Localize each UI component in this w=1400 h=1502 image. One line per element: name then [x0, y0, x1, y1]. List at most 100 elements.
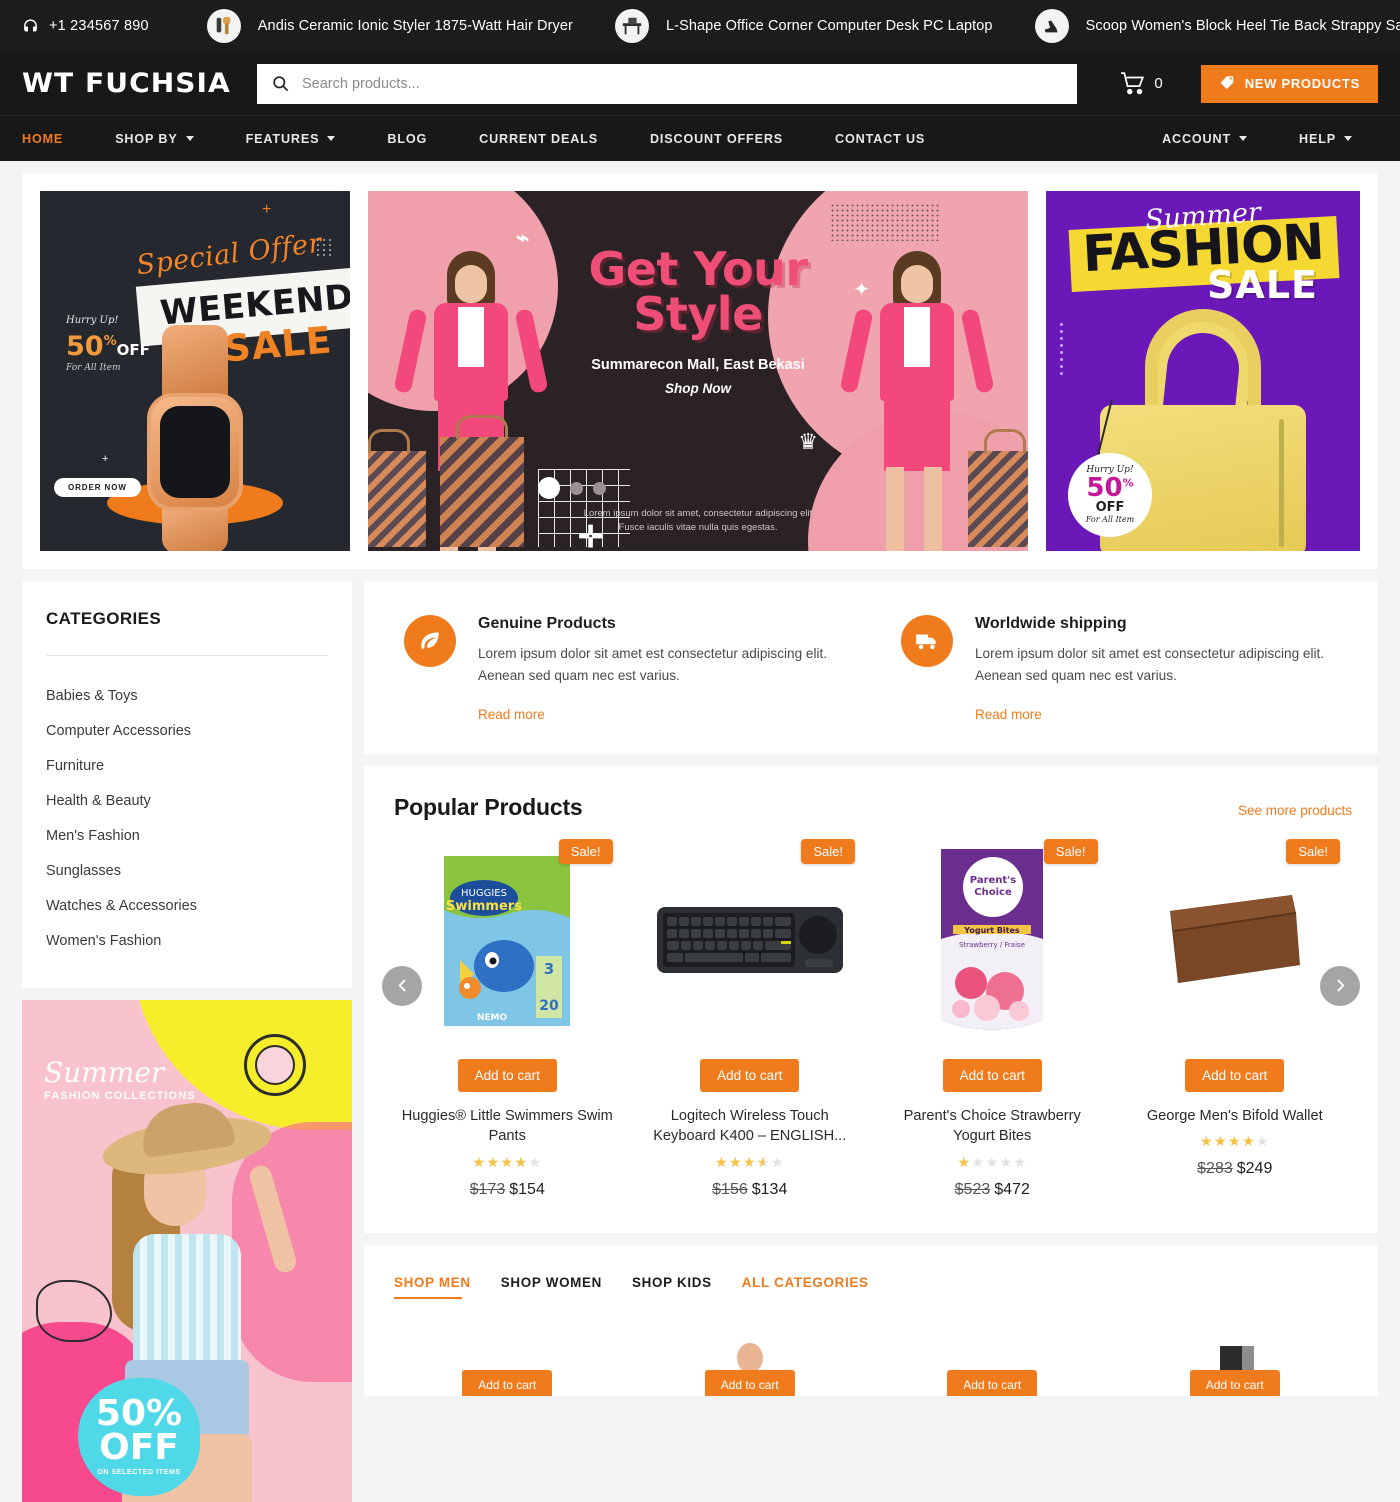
- search-bar[interactable]: [257, 63, 1078, 104]
- promo-subtitle: FASHION COLLECTIONS: [44, 1090, 196, 1102]
- product-name[interactable]: Logitech Wireless Touch Keyboard K400 – …: [637, 1106, 864, 1147]
- carousel-dot[interactable]: [570, 481, 583, 495]
- see-more-products-link[interactable]: See more products: [1238, 803, 1352, 818]
- add-to-cart-button[interactable]: Add to cart: [1185, 1058, 1285, 1092]
- discount-value: 50: [66, 331, 104, 362]
- product-card[interactable]: Sale! Add to cart Logitech Wireless Touc…: [629, 838, 872, 1199]
- banner-get-your-style[interactable]: ⌁ ✦ ♛ ✛ Get Your Style Summarecon Mall, …: [368, 191, 1028, 551]
- add-to-cart-button[interactable]: Add to cart: [457, 1058, 557, 1092]
- model-illustration-left: [368, 251, 549, 551]
- read-more-link[interactable]: Read more: [478, 707, 545, 722]
- headset-icon: [24, 18, 37, 31]
- svg-text:HUGGIES: HUGGIES: [461, 888, 507, 899]
- star-icon: ★★: [472, 1153, 487, 1170]
- nav-item-current-deals[interactable]: CURRENT DEALS: [453, 116, 624, 162]
- banner-summer-fashion-sale[interactable]: Summer FASHION SALE Hurry Up! 50% OFF Fo…: [1046, 191, 1360, 551]
- content-column: Genuine Products Lorem ipsum dolor sit a…: [364, 581, 1378, 1396]
- chevron-down-icon: [327, 136, 336, 141]
- sidebar-item-health-beauty[interactable]: Health & Beauty: [46, 783, 328, 818]
- carousel-next-button[interactable]: [1320, 965, 1360, 1006]
- features-strip: Genuine Products Lorem ipsum dolor sit a…: [364, 581, 1378, 754]
- cart-button[interactable]: 0: [1119, 71, 1163, 97]
- cart-icon: [1121, 71, 1145, 94]
- sidebar-item-watches-accessories[interactable]: Watches & Accessories: [46, 888, 328, 923]
- sidebar-promo-banner[interactable]: Summer FASHION COLLECTIONS 50% OFF ON SE…: [22, 1000, 352, 1502]
- svg-text:NEMO: NEMO: [477, 1013, 508, 1023]
- carousel-dot[interactable]: [593, 481, 606, 495]
- nav-item-blog[interactable]: BLOG: [361, 116, 453, 162]
- search-input[interactable]: [302, 75, 1064, 92]
- product-card[interactable]: Sale! Add to cart George Men's Bifold Wa…: [1114, 838, 1357, 1199]
- nav-left-group: HOME SHOP BY FEATURES BLOG CURRENT DEALS…: [22, 116, 951, 162]
- shop-tabs: SHOP MEN SHOP WOMEN SHOP KIDS ALL CATEGO…: [386, 1275, 1356, 1302]
- top-ticker-bar: +1 234567 890 Andis Ceramic Ionic Styler…: [0, 0, 1400, 52]
- nav-item-account[interactable]: ACCOUNT: [1136, 116, 1273, 162]
- product-card[interactable]: Add to cart: [1114, 1330, 1357, 1396]
- banner-small-note: For All Item: [66, 363, 121, 373]
- product-image: HUGGIES Swimmers 3 20 NEMO Sale!: [394, 838, 621, 1037]
- nav-right-group: ACCOUNT HELP: [1136, 116, 1378, 162]
- tab-shop-kids[interactable]: SHOP KIDS: [632, 1275, 742, 1302]
- product-card[interactable]: Add to cart: [871, 1330, 1114, 1396]
- ticker-label: Andis Ceramic Ionic Styler 1875-Watt Hai…: [257, 18, 573, 34]
- tab-shop-women[interactable]: SHOP WOMEN: [501, 1275, 632, 1302]
- divider: [46, 655, 328, 656]
- banner-title: Get Your Style: [588, 242, 808, 337]
- add-to-cart-button[interactable]: Add to cart: [947, 1369, 1038, 1396]
- sidebar-item-mens-fashion[interactable]: Men's Fashion: [46, 818, 328, 853]
- nav-item-contact-us[interactable]: CONTACT US: [809, 116, 951, 162]
- read-more-link[interactable]: Read more: [975, 707, 1042, 722]
- add-to-cart-button[interactable]: Add to cart: [704, 1369, 795, 1396]
- product-name[interactable]: Huggies® Little Swimmers Swim Pants: [394, 1106, 621, 1147]
- tab-all-categories[interactable]: ALL CATEGORIES: [742, 1275, 899, 1302]
- banner-shop-now-link[interactable]: Shop Now: [665, 381, 731, 396]
- product-thumb-icon: [206, 9, 241, 43]
- ticker-item[interactable]: Andis Ceramic Ionic Styler 1875-Watt Hai…: [206, 9, 573, 43]
- chevron-down-icon: [1344, 136, 1352, 141]
- add-to-cart-button[interactable]: Add to cart: [1189, 1369, 1280, 1396]
- banner-title-line1: Get Your: [588, 242, 808, 296]
- tab-shop-men[interactable]: SHOP MEN: [394, 1275, 501, 1302]
- new-products-button[interactable]: NEW PRODUCTS: [1200, 64, 1378, 103]
- add-to-cart-button[interactable]: Add to cart: [462, 1369, 553, 1396]
- star-icon: ★★: [971, 1153, 986, 1170]
- carousel-prev-button[interactable]: [382, 965, 422, 1006]
- promo-summer-text: Summer: [44, 1056, 165, 1089]
- ticker-item[interactable]: Scoop Women's Block Heel Tie Back Strapp…: [1034, 9, 1400, 43]
- ticker-item[interactable]: L-Shape Office Corner Computer Desk PC L…: [614, 9, 993, 43]
- product-name[interactable]: Parent's Choice Strawberry Yogurt Bites: [879, 1106, 1106, 1147]
- banner-sale-text: SALE: [1207, 263, 1318, 307]
- nav-item-shop-by[interactable]: SHOP BY: [89, 116, 219, 162]
- chevron-down-icon: [1239, 136, 1247, 141]
- tag-off-text: OFF: [1095, 500, 1125, 515]
- product-name[interactable]: George Men's Bifold Wallet: [1122, 1106, 1349, 1127]
- product-card[interactable]: HUGGIES Swimmers 3 20 NEMO Sale! Add to …: [386, 838, 629, 1199]
- carousel-dot-active[interactable]: [538, 477, 560, 499]
- site-logo[interactable]: WT FUCHSIA: [22, 68, 246, 99]
- star-icon: ★★: [486, 1153, 501, 1170]
- add-to-cart-button[interactable]: Add to cart: [700, 1058, 800, 1092]
- nav-item-home[interactable]: HOME: [22, 116, 89, 162]
- star-icon: ★★: [742, 1153, 757, 1170]
- star-icon: ★★: [770, 1153, 785, 1170]
- sidebar-item-sunglasses[interactable]: Sunglasses: [46, 853, 328, 888]
- nav-item-discount-offers[interactable]: DISCOUNT OFFERS: [624, 116, 809, 162]
- add-to-cart-button[interactable]: Add to cart: [942, 1058, 1042, 1092]
- promo-badge-note: ON SELECTED ITEMS: [97, 1469, 181, 1477]
- sidebar-item-computer-accessories[interactable]: Computer Accessories: [46, 713, 328, 748]
- product-card[interactable]: Add to cart: [386, 1330, 629, 1396]
- sidebar-item-babies-toys[interactable]: Babies & Toys: [46, 678, 328, 713]
- sidebar-item-furniture[interactable]: Furniture: [46, 748, 328, 783]
- order-now-button[interactable]: ORDER NOW: [54, 478, 141, 497]
- banner-weekend-sale[interactable]: + + Special Offer WEEKEND SALE Hurry Up!…: [40, 191, 350, 551]
- nav-label: CONTACT US: [835, 131, 926, 146]
- product-card[interactable]: Add to cart: [629, 1330, 872, 1396]
- nav-label: FEATURES: [245, 131, 320, 146]
- product-card[interactable]: Parent's Choice Yogurt Bites Strawberry …: [871, 838, 1114, 1199]
- svg-text:Choice: Choice: [975, 887, 1013, 898]
- nav-item-features[interactable]: FEATURES: [220, 116, 362, 162]
- nav-item-help[interactable]: HELP: [1273, 116, 1378, 162]
- sidebar: CATEGORIES Babies & Toys Computer Access…: [22, 581, 352, 1502]
- sidebar-item-womens-fashion[interactable]: Women's Fashion: [46, 923, 328, 958]
- hero-carousel-dots[interactable]: [538, 477, 606, 499]
